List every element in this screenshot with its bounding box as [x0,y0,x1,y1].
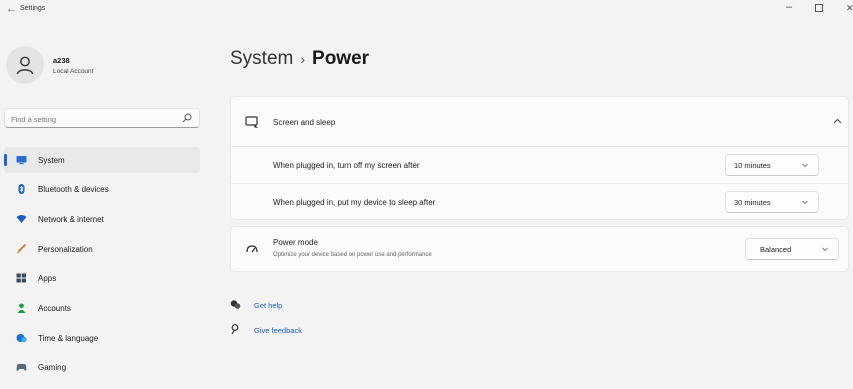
person-avatar-icon [16,56,34,75]
page-title: System › Power [230,48,369,70]
sleep-timeout-row: When plugged in, put my device to sleep … [231,184,848,220]
sidebar-item-network[interactable]: Network & internet [4,206,200,232]
screen-timeout-dropdown[interactable]: 10 minutes [725,154,819,176]
sleep-timeout-dropdown[interactable]: 30 minutes [725,191,819,213]
sidebar-item-label: System [38,156,65,165]
screen-sleep-card: Screen and sleep When plugged in, turn o… [230,96,849,220]
dropdown-value: 30 minutes [734,198,771,207]
title-bar: ← Settings – ✕ [0,0,853,24]
maximize-icon[interactable] [815,4,823,12]
brush-icon [16,244,27,254]
back-arrow-icon[interactable]: ← [6,3,17,15]
power-mode-dropdown[interactable]: Balanced [745,238,839,260]
app-title: Settings [20,5,46,12]
sidebar-item-personalization[interactable]: Personalization [4,236,200,262]
chevron-down-icon [802,200,808,205]
account-type: Local Account [53,68,94,75]
bluetooth-icon [18,184,25,194]
sidebar-item-label: Network & internet [38,215,104,224]
person-icon [17,303,26,313]
breadcrumb-system[interactable]: System [230,48,293,69]
search-input[interactable] [5,110,175,129]
close-icon[interactable]: ✕ [846,3,853,14]
screen-sleep-icon [245,116,258,128]
power-mode-icon [246,245,258,253]
chevron-down-icon [802,163,808,168]
sleep-timeout-label: When plugged in, put my device to sleep … [273,198,436,207]
sidebar-item-gaming[interactable]: Gaming [4,354,200,380]
active-indicator [4,154,7,166]
avatar[interactable] [6,46,44,84]
help-icon[interactable] [230,299,241,310]
screen-sleep-title: Screen and sleep [273,118,336,127]
dropdown-value: Balanced [760,245,792,254]
sidebar-item-time-language[interactable]: Time & language [4,325,200,351]
sidebar-item-label: Gaming [38,363,67,372]
give-feedback-link[interactable]: Give feedback [254,326,302,335]
wifi-icon [16,215,27,223]
apps-icon [16,273,26,283]
chevron-down-icon [822,247,828,252]
breadcrumb-current: Power [312,48,370,69]
search-box [4,108,200,129]
sidebar-item-label: Time & language [38,334,99,343]
feedback-icon[interactable] [230,324,241,335]
monitor-icon [16,156,27,165]
globe-clock-icon [16,334,27,343]
minimize-icon[interactable]: – [786,1,792,13]
sidebar-item-label: Accounts [38,304,71,313]
screen-sleep-header[interactable]: Screen and sleep [231,97,848,147]
gamepad-icon [16,364,27,371]
power-mode-card: Power mode Optimize your device based on… [230,226,849,272]
sidebar-item-bluetooth[interactable]: Bluetooth & devices [4,176,200,202]
power-mode-description: Optimize your device based on power use … [273,252,432,258]
sidebar-item-apps[interactable]: Apps [4,265,200,291]
screen-timeout-label: When plugged in, turn off my screen afte… [273,161,420,170]
get-help-link[interactable]: Get help [254,301,282,310]
chevron-up-icon[interactable] [833,117,842,126]
sidebar-item-accounts[interactable]: Accounts [4,295,200,321]
dropdown-value: 10 minutes [734,161,771,170]
screen-timeout-row: When plugged in, turn off my screen afte… [231,147,848,184]
sidebar-item-system[interactable]: System [4,147,200,173]
power-mode-title: Power mode [273,238,318,247]
breadcrumb-separator: › [300,51,306,67]
sidebar-item-label: Personalization [38,245,93,254]
sidebar-item-label: Bluetooth & devices [38,185,109,194]
settings-window: ← Settings – ✕ a238 Local Account System [0,0,853,389]
search-icon[interactable] [182,113,192,123]
sidebar-item-label: Apps [38,274,57,283]
user-name: a238 [53,56,70,65]
